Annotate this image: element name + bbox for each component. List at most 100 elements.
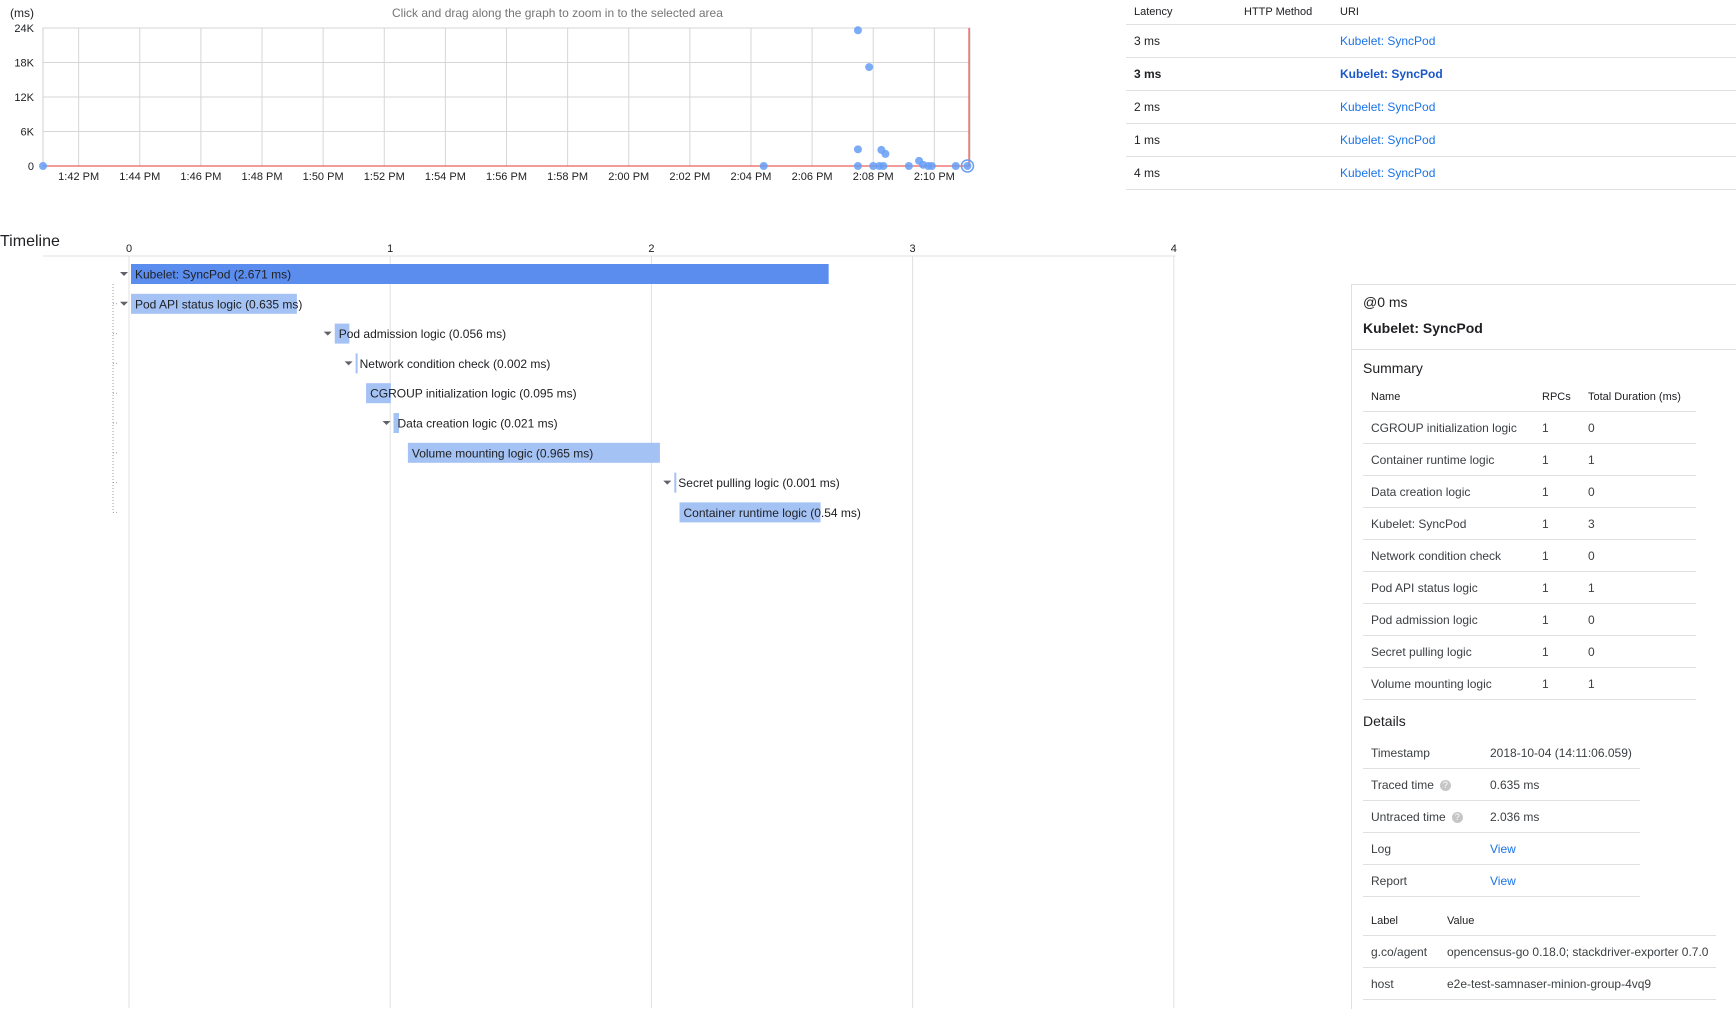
label-value: e2e-test-samnaser-minion-group-4vq9 xyxy=(1439,967,1717,1000)
detail-row-traced: Traced time? 0.635 ms xyxy=(1363,768,1640,801)
trace-uri-link[interactable]: Kubelet: SyncPod xyxy=(1340,157,1435,189)
span-label: Network condition check (0.002 ms) xyxy=(360,357,551,371)
summary-rpcs: 1 xyxy=(1534,475,1580,508)
latency-scatter-chart[interactable]: 24K 18K 12K 6K 0 1:42 PM 1:44 PM 1:46 PM 1:48 PM… xyxy=(0,0,1100,210)
span-bar xyxy=(674,472,677,493)
data-point xyxy=(853,145,862,154)
span-label: Pod admission logic (0.056 ms) xyxy=(339,327,506,341)
labels-table: Label Value g.co/agent opencensus-go 0.1… xyxy=(1363,907,1717,1000)
uri-column-header[interactable]: URI xyxy=(1340,0,1359,24)
time-tick-label: 0 xyxy=(126,243,132,255)
collapse-chevron-icon[interactable] xyxy=(663,480,672,485)
trace-row[interactable]: 4 ms Kubelet: SyncPod xyxy=(1126,157,1736,190)
trace-uri-link[interactable]: Kubelet: SyncPod xyxy=(1340,58,1443,90)
trace-row-selected[interactable]: 3 ms Kubelet: SyncPod xyxy=(1126,58,1736,91)
span-offset: @0 ms xyxy=(1363,294,1408,310)
trace-uri-link[interactable]: Kubelet: SyncPod xyxy=(1340,25,1435,57)
x-tick-label: 1:54 PM xyxy=(425,171,466,183)
summary-name: Data creation logic xyxy=(1363,475,1534,508)
summary-row: CGROUP initialization logic 1 0 xyxy=(1363,411,1696,444)
rpcs-column-header: RPCs xyxy=(1534,383,1580,412)
label-column-header: Label xyxy=(1363,907,1439,936)
trace-latency: 3 ms xyxy=(1134,67,1162,81)
name-column-header: Name xyxy=(1363,383,1534,412)
data-point xyxy=(853,26,862,35)
detail-row-untraced: Untraced time? 2.036 ms xyxy=(1363,800,1640,833)
trace-latency: 2 ms xyxy=(1134,100,1161,114)
summary-row: Container runtime logic 1 1 xyxy=(1363,443,1696,476)
report-label: Report xyxy=(1363,864,1482,897)
detail-row-log: Log View xyxy=(1363,832,1640,865)
span-label: Data creation logic (0.021 ms) xyxy=(398,417,558,431)
timeline-waterfall[interactable]: 0 1 2 3 4 Kubelet: SyncPod (2.671 ms) Pod API … xyxy=(0,243,1340,1008)
traced-time-label: Traced time xyxy=(1371,777,1434,792)
summary-rpcs: 1 xyxy=(1534,539,1580,572)
untraced-time-cell: Untraced time? xyxy=(1363,800,1482,833)
x-tick-label: 2:06 PM xyxy=(792,171,833,183)
summary-heading: Summary xyxy=(1363,360,1423,376)
summary-rpcs: 1 xyxy=(1534,411,1580,444)
summary-duration: 0 xyxy=(1580,475,1696,508)
summary-duration: 0 xyxy=(1580,635,1696,668)
traced-time-cell: Traced time? xyxy=(1363,768,1482,801)
trace-row[interactable]: 1 ms Kubelet: SyncPod xyxy=(1126,124,1736,157)
trace-latency: 3 ms xyxy=(1134,34,1161,48)
trace-uri-link[interactable]: Kubelet: SyncPod xyxy=(1340,91,1435,123)
summary-duration: 0 xyxy=(1580,411,1696,444)
timeline-title: Timeline xyxy=(0,233,60,250)
collapse-chevron-icon[interactable] xyxy=(323,331,332,336)
time-tick-label: 2 xyxy=(648,243,654,255)
help-icon[interactable]: ? xyxy=(1451,811,1463,823)
data-point xyxy=(39,162,47,170)
value-column-header: Value xyxy=(1439,907,1717,936)
collapse-chevron-icon[interactable] xyxy=(120,272,128,276)
untraced-time-value: 2.036 ms xyxy=(1482,800,1640,833)
trace-row[interactable]: 2 ms Kubelet: SyncPod xyxy=(1126,91,1736,124)
time-tick-label: 4 xyxy=(1171,243,1177,255)
summary-header-row: Name RPCs Total Duration (ms) xyxy=(1363,383,1696,412)
summary-name: Pod API status logic xyxy=(1363,571,1534,604)
traced-time-value: 0.635 ms xyxy=(1482,768,1640,801)
report-view-link[interactable]: View xyxy=(1482,864,1640,897)
trace-list-header: Latency HTTP Method URI xyxy=(1126,0,1736,25)
label-value: opencensus-go 0.18.0; stackdriver-export… xyxy=(1439,935,1717,968)
details-table: Timestamp 2018-10-04 (14:11:06.059) Trac… xyxy=(1363,737,1640,897)
time-tick-label: 1 xyxy=(387,243,393,255)
help-icon[interactable]: ? xyxy=(1439,779,1451,791)
x-tick-label: 2:04 PM xyxy=(730,171,771,183)
x-tick-label: 1:48 PM xyxy=(242,171,283,183)
trace-uri-link[interactable]: Kubelet: SyncPod xyxy=(1340,124,1435,156)
log-view-link[interactable]: View xyxy=(1482,832,1640,865)
span-label: Kubelet: SyncPod (2.671 ms) xyxy=(135,268,291,282)
summary-name: Pod admission logic xyxy=(1363,603,1534,636)
http-method-column-header[interactable]: HTTP Method xyxy=(1244,0,1312,24)
untraced-time-label: Untraced time xyxy=(1371,809,1446,824)
trace-row[interactable]: 3 ms Kubelet: SyncPod xyxy=(1126,25,1736,58)
x-tick-label: 2:10 PM xyxy=(914,171,955,183)
x-tick-label: 2:00 PM xyxy=(608,171,649,183)
trace-list-table: Latency HTTP Method URI 3 ms Kubelet: Sy… xyxy=(1126,0,1736,190)
latency-column-header[interactable]: Latency xyxy=(1134,0,1173,24)
summary-name: CGROUP initialization logic xyxy=(1363,411,1534,444)
summary-rpcs: 1 xyxy=(1534,667,1580,700)
detail-row-report: Report View xyxy=(1363,864,1640,897)
latency-chart-area[interactable]: (ms) Click and drag along the graph to z… xyxy=(0,0,1100,210)
span-bar xyxy=(355,353,358,374)
summary-rpcs: 1 xyxy=(1534,635,1580,668)
span-label: Volume mounting logic (0.965 ms) xyxy=(412,446,593,460)
details-heading: Details xyxy=(1363,713,1406,729)
collapse-chevron-icon[interactable] xyxy=(120,301,128,306)
collapse-chevron-icon[interactable] xyxy=(344,361,353,366)
summary-duration: 1 xyxy=(1580,443,1696,476)
timestamp-value: 2018-10-04 (14:11:06.059) xyxy=(1482,737,1640,769)
summary-table: Name RPCs Total Duration (ms) CGROUP ini… xyxy=(1363,383,1696,700)
trace-latency: 1 ms xyxy=(1134,133,1161,147)
y-tick-label: 6K xyxy=(21,127,35,139)
summary-row: Secret pulling logic 1 0 xyxy=(1363,635,1696,668)
collapse-chevron-icon[interactable] xyxy=(382,421,391,425)
span-label: Pod API status logic (0.635 ms) xyxy=(135,297,302,311)
summary-rpcs: 1 xyxy=(1534,571,1580,604)
y-tick-label: 0 xyxy=(28,161,34,173)
label-row: g.co/agent opencensus-go 0.18.0; stackdr… xyxy=(1363,935,1717,968)
data-point xyxy=(879,162,888,170)
